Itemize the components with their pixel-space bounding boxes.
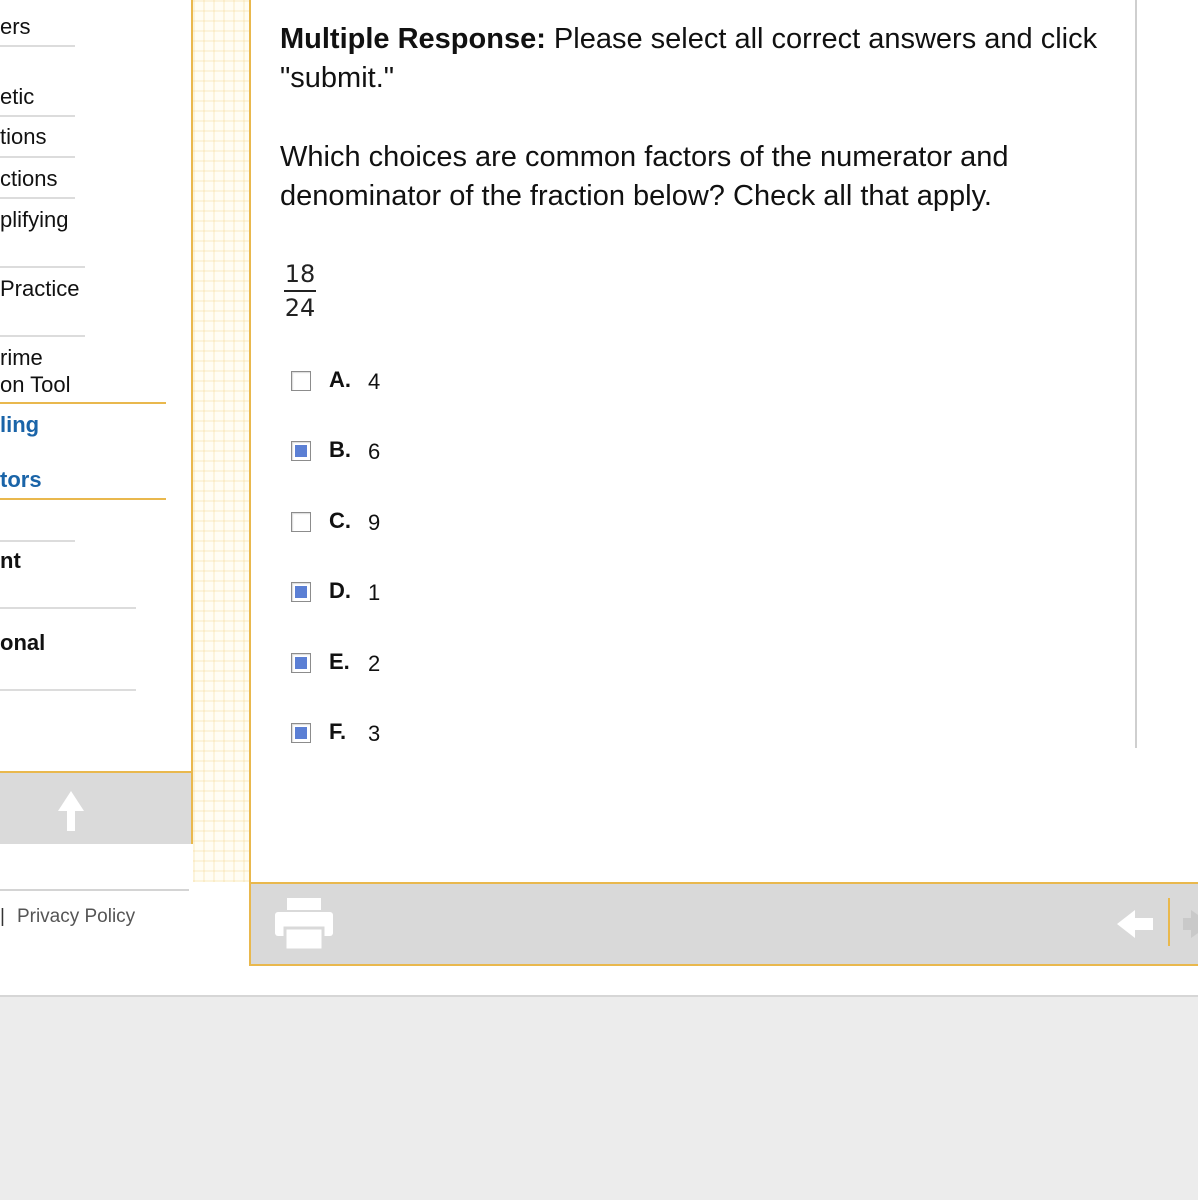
decorative-stripe [193,0,249,882]
sidebar-divider [0,45,75,47]
sidebar-divider [0,156,75,158]
sidebar-divider [0,115,75,117]
choice-a-checkbox[interactable] [291,371,311,391]
choice-f-checkbox[interactable] [291,723,311,743]
choice-letter: C. [329,508,351,533]
choice-letter: E. [329,649,350,674]
sidebar-divider [0,540,75,542]
fraction-numerator: 18 [284,260,316,288]
choice-value: 6 [368,439,381,464]
sidebar-item-7[interactable]: rime on Tool [0,344,71,398]
choice-letter: B. [329,437,351,462]
choice-letter: D. [329,578,351,603]
footer-separator: | [0,906,5,927]
bottom-toolbar [249,882,1198,966]
question-instructions: Multiple Response: Please select all cor… [280,20,1120,98]
sidebar-item-10[interactable]: nt [0,547,21,574]
content-right-border [1135,0,1137,748]
sidebar-divider [0,607,136,609]
choice-b-checkbox[interactable] [291,441,311,461]
footer-divider [0,889,189,891]
choice-d-checkbox[interactable] [291,582,311,602]
arrow-up-icon[interactable] [58,791,84,831]
choice-e-checkbox[interactable] [291,653,311,673]
question-prompt: Which choices are common factors of the … [280,141,1009,212]
sidebar-item-2[interactable]: etic [0,83,34,110]
sidebar-item-4[interactable]: ctions [0,165,57,192]
sidebar-item-6[interactable]: Practice [0,275,79,302]
sidebar-divider [0,689,136,691]
arrow-left-icon[interactable] [1117,906,1153,942]
question-type-label: Multiple Response: [280,23,546,55]
toolbar-separator [1168,898,1170,946]
choice-value: 1 [368,580,381,605]
sidebar-footer [0,771,191,844]
fraction-denominator: 24 [284,294,316,322]
sidebar-divider [0,266,85,268]
sidebar-divider [0,197,75,199]
sidebar-nav: ers etic tions ctions plifying Practice … [0,0,193,844]
sidebar-item-8-active[interactable]: ling [0,411,39,438]
choice-value: 2 [368,651,381,676]
sidebar-item-1[interactable]: ers [0,13,31,40]
sidebar-item-9-active[interactable]: tors [0,466,42,493]
arrow-right-icon[interactable] [1183,908,1198,940]
fraction: 18 24 [283,258,317,324]
sidebar-item-5[interactable]: plifying [0,206,68,233]
sidebar-item-3[interactable]: tions [0,123,46,150]
sidebar-divider [0,402,166,404]
sidebar-divider [0,498,166,500]
privacy-policy-link[interactable]: Privacy Policy [17,906,135,927]
choice-value: 3 [368,721,381,746]
choice-value: 4 [368,369,381,394]
choice-letter: A. [329,367,351,392]
footer-links: | Privacy Policy [0,906,135,928]
choice-c-checkbox[interactable] [291,512,311,532]
question-panel [249,0,1139,883]
sidebar-divider [0,335,85,337]
choice-value: 9 [368,510,381,535]
printer-icon[interactable] [275,898,333,950]
sidebar-item-11[interactable]: onal [0,629,45,656]
choice-letter: F. [329,719,347,744]
